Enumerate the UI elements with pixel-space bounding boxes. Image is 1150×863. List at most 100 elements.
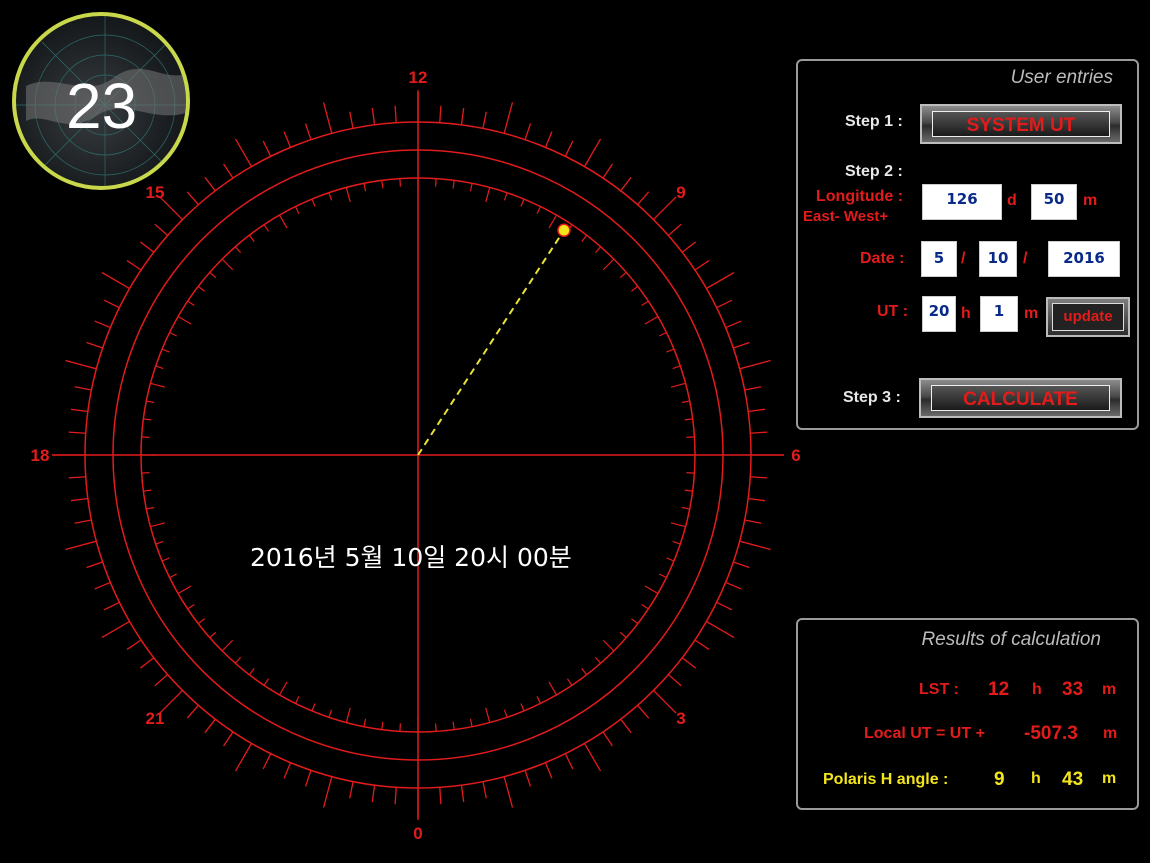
- inner-tick: [631, 285, 639, 292]
- inner-tick: [248, 234, 255, 242]
- update-button[interactable]: update: [1046, 297, 1130, 337]
- outer-tick: [86, 561, 103, 569]
- inner-tick: [143, 489, 152, 492]
- inner-tick: [169, 573, 178, 579]
- inner-tick: [234, 246, 242, 254]
- hour-label-9: 9: [676, 183, 685, 202]
- outer-tick: [139, 657, 155, 669]
- outer-tick: [460, 107, 465, 125]
- inner-tick: [520, 198, 525, 207]
- inner-tick: [644, 315, 659, 325]
- outer-tick: [750, 476, 768, 479]
- date-day-input[interactable]: 10: [979, 241, 1017, 277]
- inner-tick: [641, 603, 649, 610]
- outer-tick: [716, 601, 733, 611]
- inner-tick: [594, 246, 602, 254]
- ut-minutes-input[interactable]: 1: [980, 296, 1018, 332]
- outer-tick: [223, 731, 234, 747]
- inner-tick: [187, 603, 195, 610]
- system-ut-button[interactable]: SYSTEM UT: [920, 104, 1122, 144]
- outer-tick: [103, 601, 120, 611]
- outer-tick: [524, 770, 532, 787]
- inner-tick: [485, 707, 491, 723]
- inner-tick: [566, 678, 573, 686]
- outer-tick: [681, 241, 697, 253]
- outer-tick: [733, 341, 750, 349]
- polaris-minutes-unit: m: [1102, 770, 1117, 787]
- inner-tick: [666, 557, 675, 562]
- inner-tick: [536, 695, 542, 704]
- inner-tick: [161, 557, 170, 562]
- outer-tick: [748, 408, 766, 413]
- outer-tick: [602, 731, 613, 747]
- outer-tick: [65, 359, 97, 370]
- longitude-label: Longitude :: [816, 188, 904, 205]
- inner-tick: [684, 418, 693, 421]
- hour-label-3: 3: [676, 709, 685, 728]
- inner-tick: [399, 723, 402, 732]
- outer-tick: [94, 581, 111, 590]
- system-ut-button-label: SYSTEM UT: [932, 111, 1110, 137]
- inner-tick: [155, 540, 164, 545]
- outer-tick: [744, 519, 762, 524]
- outer-tick: [503, 102, 514, 134]
- inner-tick: [452, 721, 455, 730]
- outer-tick: [725, 320, 742, 329]
- hour-label-18: 18: [31, 446, 50, 465]
- outer-tick: [439, 787, 442, 805]
- ut-minutes-unit: m: [1024, 305, 1039, 322]
- outer-tick: [744, 386, 762, 391]
- lst-hours-value: 12: [988, 679, 1010, 700]
- polaris-hours-unit: h: [1031, 770, 1041, 787]
- calculate-button[interactable]: CALCULATE: [919, 378, 1122, 418]
- longitude-degrees-input[interactable]: 126: [922, 184, 1002, 220]
- local-ut-label: Local UT = UT +: [864, 725, 985, 742]
- outer-tick: [94, 320, 111, 329]
- inner-tick: [619, 271, 627, 279]
- inner-tick: [345, 187, 351, 203]
- inner-tick: [278, 681, 288, 696]
- inner-tick: [363, 183, 367, 192]
- outer-tick: [349, 781, 354, 799]
- outer-tick: [694, 639, 710, 650]
- polaris-hours-value: 9: [994, 769, 1005, 790]
- inner-tick: [684, 489, 693, 492]
- date-separator-1: /: [961, 250, 966, 267]
- date-year-input[interactable]: 2016: [1048, 241, 1120, 277]
- inner-tick: [381, 721, 384, 730]
- date-month-input[interactable]: 5: [921, 241, 957, 277]
- outer-tick: [482, 781, 487, 799]
- outer-tick: [103, 299, 120, 309]
- inner-tick: [150, 522, 166, 528]
- inner-tick: [278, 214, 288, 229]
- outer-tick: [371, 107, 376, 125]
- outer-tick: [74, 519, 92, 524]
- longitude-minutes-input[interactable]: 50: [1031, 184, 1077, 220]
- inner-tick: [520, 703, 525, 712]
- inner-tick: [381, 180, 384, 189]
- outer-tick: [706, 620, 735, 639]
- outer-tick: [564, 753, 574, 770]
- inner-tick: [602, 258, 615, 271]
- outer-tick: [304, 123, 312, 140]
- inner-tick: [672, 540, 681, 545]
- outer-tick: [126, 639, 142, 650]
- inner-tick: [294, 206, 300, 215]
- outer-tick: [68, 476, 86, 479]
- outer-tick: [750, 431, 768, 434]
- inner-tick: [452, 180, 455, 189]
- inner-tick: [434, 178, 437, 187]
- inner-tick: [666, 348, 675, 353]
- inner-tick: [670, 382, 686, 388]
- outer-tick: [620, 718, 632, 734]
- inner-tick: [631, 618, 639, 625]
- step3-label: Step 3 :: [843, 389, 901, 406]
- inner-tick: [619, 631, 627, 639]
- outer-tick: [283, 762, 292, 779]
- inner-tick: [594, 656, 602, 664]
- polaris-direction-line: [417, 229, 565, 456]
- outer-tick: [748, 497, 766, 502]
- ut-hours-input[interactable]: 20: [922, 296, 956, 332]
- date-time-readout: 2016년 5월 10일 20시 00분: [250, 543, 572, 572]
- inner-tick: [548, 214, 558, 229]
